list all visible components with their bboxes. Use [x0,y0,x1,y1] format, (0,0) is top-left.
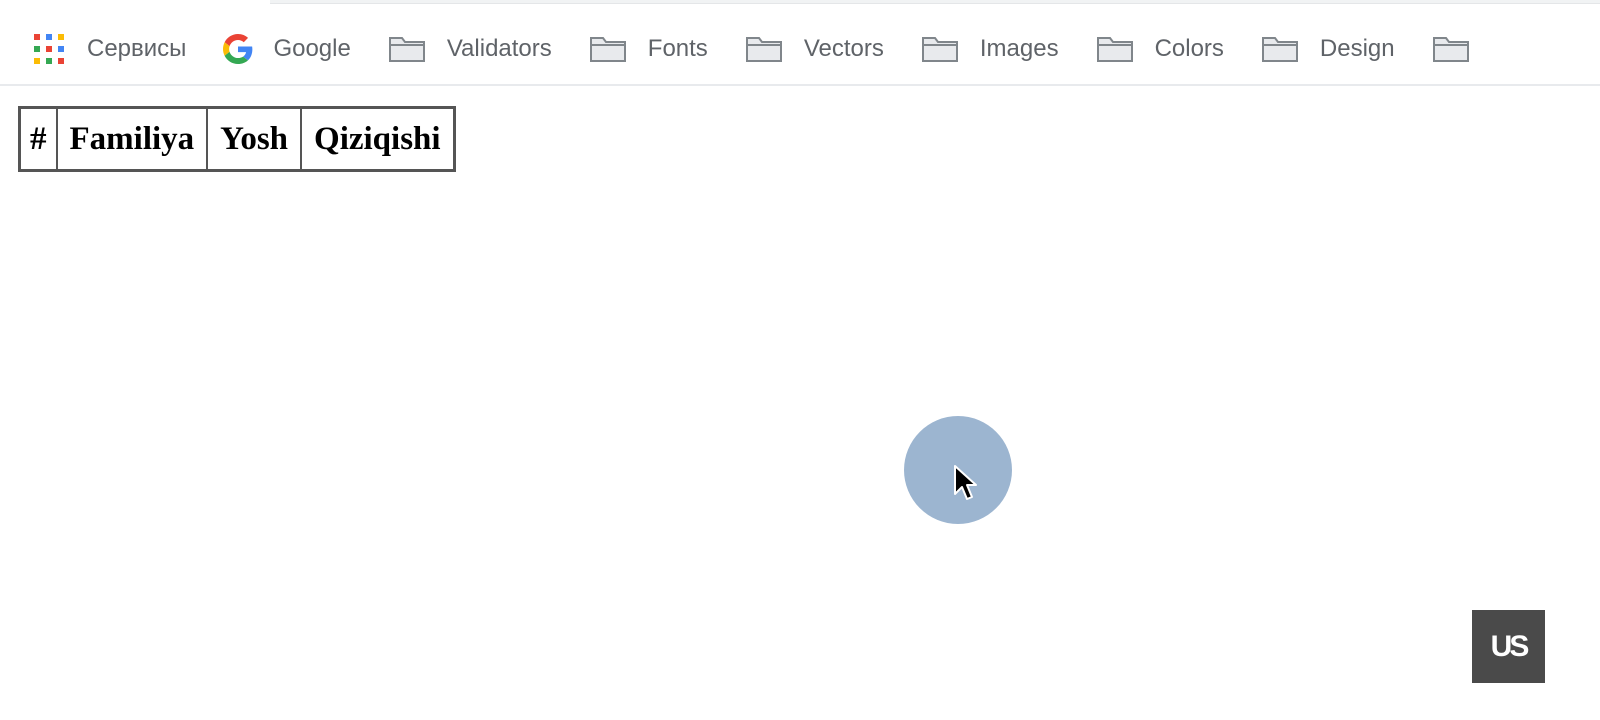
bookmark-google[interactable]: Google [223,34,351,64]
folder-icon [921,35,959,63]
watermark-logo: US [1472,610,1545,683]
omnibox-bottom-edge [270,0,1600,4]
bookmark-services[interactable]: Сервисы [33,33,186,65]
folder-icon [745,35,783,63]
folder-icon [589,35,627,63]
bookmark-folder-colors[interactable]: Colors [1096,35,1224,63]
bookmark-label: Design [1319,35,1395,62]
bookmark-label: Vectors [803,35,884,62]
folder-icon [388,35,426,63]
bookmark-label: Fonts [647,35,708,62]
apps-grid-icon [33,33,65,65]
bookmark-label: Сервисы [87,35,187,62]
column-header-number: # [20,108,57,170]
bookmark-folder-fonts[interactable]: Fonts [589,35,708,63]
folder-icon [1261,35,1299,63]
bookmark-folder-overflow[interactable] [1432,35,1491,63]
bookmark-folder-validators[interactable]: Validators [388,35,552,63]
students-table: # Familiya Yosh Qiziqishi [18,106,456,172]
column-header-surname: Familiya [56,108,208,170]
google-icon [223,34,253,64]
page-content: # Familiya Yosh Qiziqishi [0,88,1600,720]
folder-icon [1432,35,1470,63]
bookmark-folder-vectors[interactable]: Vectors [745,35,884,63]
bookmark-label: Colors [1154,35,1224,62]
bookmark-folder-design[interactable]: Design [1261,35,1395,63]
mouse-cursor-icon [953,464,979,509]
bookmark-label: Google [273,35,351,62]
folder-icon [1096,35,1134,63]
bookmark-label: Validators [446,35,552,62]
bookmarks-bar: Сервисы Google Validators Fonts Vectors [0,14,1600,86]
bookmark-label: Images [979,35,1059,62]
table-header-row: # Familiya Yosh Qiziqishi [20,108,454,170]
bookmark-folder-images[interactable]: Images [921,35,1059,63]
column-header-age: Yosh [207,108,302,170]
column-header-hobby: Qiziqishi [301,108,454,170]
